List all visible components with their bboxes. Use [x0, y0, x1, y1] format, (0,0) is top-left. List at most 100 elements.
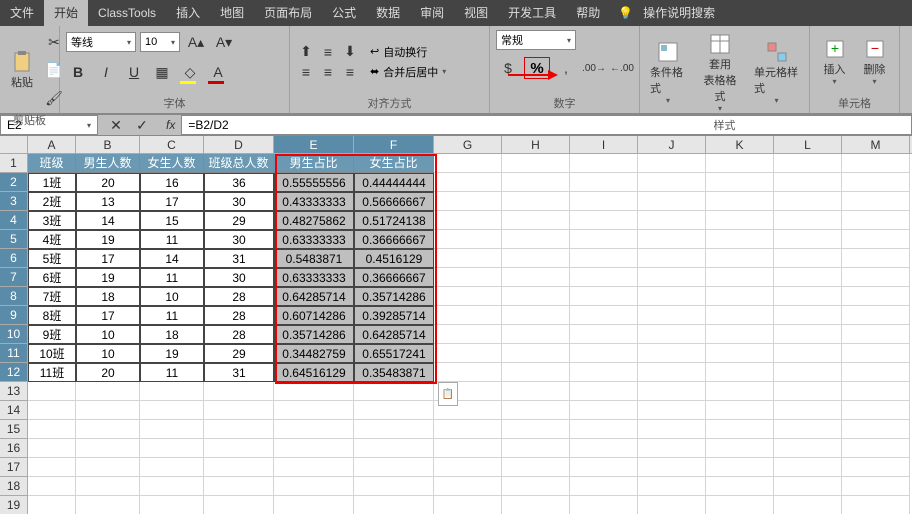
cell-H14[interactable] [502, 401, 570, 420]
menu-tab-地图[interactable]: 地图 [210, 0, 254, 26]
cell-I19[interactable] [570, 496, 638, 514]
cell-H6[interactable] [502, 249, 570, 268]
cell-G11[interactable] [434, 344, 502, 363]
cell-E18[interactable] [274, 477, 354, 496]
conditional-formatting-button[interactable]: 条件格式▾ [646, 38, 690, 107]
tell-me-search[interactable]: 操作说明搜索 [633, 0, 725, 26]
cell-H3[interactable] [502, 192, 570, 211]
column-header-I[interactable]: I [570, 136, 638, 153]
cell-B11[interactable]: 10 [76, 344, 140, 363]
cell-L2[interactable] [774, 173, 842, 192]
cell-B3[interactable]: 13 [76, 192, 140, 211]
cell-C1[interactable]: 女生人数 [140, 154, 204, 173]
cell-H1[interactable] [502, 154, 570, 173]
cell-L18[interactable] [774, 477, 842, 496]
cell-A2[interactable]: 1班 [28, 173, 76, 192]
cell-B12[interactable]: 20 [76, 363, 140, 382]
cell-M5[interactable] [842, 230, 910, 249]
bold-button[interactable]: B [66, 60, 90, 84]
row-header-17[interactable]: 17 [0, 458, 28, 477]
cell-E6[interactable]: 0.5483871 [274, 249, 354, 268]
cell-M17[interactable] [842, 458, 910, 477]
cell-A6[interactable]: 5班 [28, 249, 76, 268]
cell-D10[interactable]: 28 [204, 325, 274, 344]
cell-G4[interactable] [434, 211, 502, 230]
row-header-19[interactable]: 19 [0, 496, 28, 514]
cell-A18[interactable] [28, 477, 76, 496]
cell-F8[interactable]: 0.35714286 [354, 287, 434, 306]
cell-I8[interactable] [570, 287, 638, 306]
column-header-C[interactable]: C [140, 136, 204, 153]
cell-J17[interactable] [638, 458, 706, 477]
cell-D9[interactable]: 28 [204, 306, 274, 325]
cell-D8[interactable]: 28 [204, 287, 274, 306]
menu-tab-插入[interactable]: 插入 [166, 0, 210, 26]
cell-L9[interactable] [774, 306, 842, 325]
cell-C3[interactable]: 17 [140, 192, 204, 211]
cell-F2[interactable]: 0.44444444 [354, 173, 434, 192]
cell-B9[interactable]: 17 [76, 306, 140, 325]
cell-D16[interactable] [204, 439, 274, 458]
cell-L19[interactable] [774, 496, 842, 514]
increase-decimal-icon[interactable]: .00→ [582, 56, 606, 80]
cell-B19[interactable] [76, 496, 140, 514]
cell-K6[interactable] [706, 249, 774, 268]
cell-A9[interactable]: 8班 [28, 306, 76, 325]
cell-J6[interactable] [638, 249, 706, 268]
cell-M8[interactable] [842, 287, 910, 306]
cell-M4[interactable] [842, 211, 910, 230]
cell-C18[interactable] [140, 477, 204, 496]
cell-G7[interactable] [434, 268, 502, 287]
cell-F18[interactable] [354, 477, 434, 496]
cancel-formula-icon[interactable]: ✕ [104, 113, 128, 137]
cell-L6[interactable] [774, 249, 842, 268]
cell-A4[interactable]: 3班 [28, 211, 76, 230]
cell-A10[interactable]: 9班 [28, 325, 76, 344]
cell-G15[interactable] [434, 420, 502, 439]
cell-G18[interactable] [434, 477, 502, 496]
menu-tab-审阅[interactable]: 审阅 [410, 0, 454, 26]
cell-G6[interactable] [434, 249, 502, 268]
cell-E3[interactable]: 0.43333333 [274, 192, 354, 211]
menu-tab-开始[interactable]: 开始 [44, 0, 88, 26]
align-left-icon[interactable]: ≡ [296, 63, 316, 81]
cell-M18[interactable] [842, 477, 910, 496]
cell-K5[interactable] [706, 230, 774, 249]
cell-I5[interactable] [570, 230, 638, 249]
cell-E8[interactable]: 0.64285714 [274, 287, 354, 306]
cell-M15[interactable] [842, 420, 910, 439]
row-header-9[interactable]: 9 [0, 306, 28, 325]
cell-M2[interactable] [842, 173, 910, 192]
cell-D3[interactable]: 30 [204, 192, 274, 211]
row-header-8[interactable]: 8 [0, 287, 28, 306]
column-header-E[interactable]: E [274, 136, 354, 153]
cell-A5[interactable]: 4班 [28, 230, 76, 249]
cell-L15[interactable] [774, 420, 842, 439]
column-header-H[interactable]: H [502, 136, 570, 153]
column-header-L[interactable]: L [774, 136, 842, 153]
merge-center-button[interactable]: ⬌合并后居中▾ [370, 64, 446, 80]
cell-F10[interactable]: 0.64285714 [354, 325, 434, 344]
cell-F19[interactable] [354, 496, 434, 514]
column-header-J[interactable]: J [638, 136, 706, 153]
cell-C11[interactable]: 19 [140, 344, 204, 363]
cell-K1[interactable] [706, 154, 774, 173]
cell-L12[interactable] [774, 363, 842, 382]
cell-E11[interactable]: 0.34482759 [274, 344, 354, 363]
cell-D18[interactable] [204, 477, 274, 496]
cell-H10[interactable] [502, 325, 570, 344]
cell-F5[interactable]: 0.36666667 [354, 230, 434, 249]
cell-E19[interactable] [274, 496, 354, 514]
cell-L3[interactable] [774, 192, 842, 211]
cell-A3[interactable]: 2班 [28, 192, 76, 211]
cell-J11[interactable] [638, 344, 706, 363]
cell-styles-button[interactable]: 单元格样式▾ [750, 38, 803, 107]
cell-F11[interactable]: 0.65517241 [354, 344, 434, 363]
cell-B1[interactable]: 男生人数 [76, 154, 140, 173]
cell-E16[interactable] [274, 439, 354, 458]
align-top-icon[interactable]: ⬆ [296, 43, 316, 61]
cell-K11[interactable] [706, 344, 774, 363]
cell-C4[interactable]: 15 [140, 211, 204, 230]
cell-C8[interactable]: 10 [140, 287, 204, 306]
spreadsheet-grid[interactable]: ABCDEFGHIJKLM 1班级男生人数女生人数班级总人数男生占比女生占比21… [0, 136, 912, 514]
